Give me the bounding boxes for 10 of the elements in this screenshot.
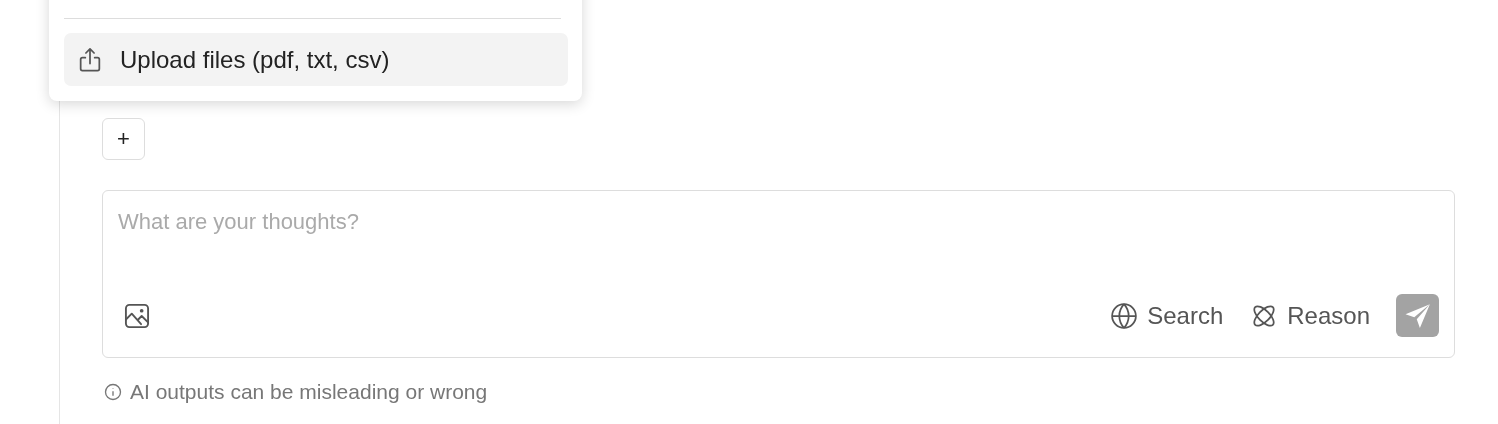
globe-icon <box>1109 300 1140 331</box>
reason-toggle[interactable]: Reason <box>1249 300 1370 331</box>
menu-item[interactable]: Upload files (pdf, txt, csv) <box>64 33 568 86</box>
image-icon <box>123 301 151 330</box>
info-icon <box>104 383 122 401</box>
disclaimer-text: AI outputs can be misleading or wrong <box>130 380 488 404</box>
search-toggle[interactable]: Search <box>1109 300 1224 331</box>
add-button[interactable]: + <box>102 118 145 160</box>
image-button[interactable] <box>123 301 151 330</box>
message-input[interactable]: What are your thoughts? Search Reason <box>102 190 1455 358</box>
